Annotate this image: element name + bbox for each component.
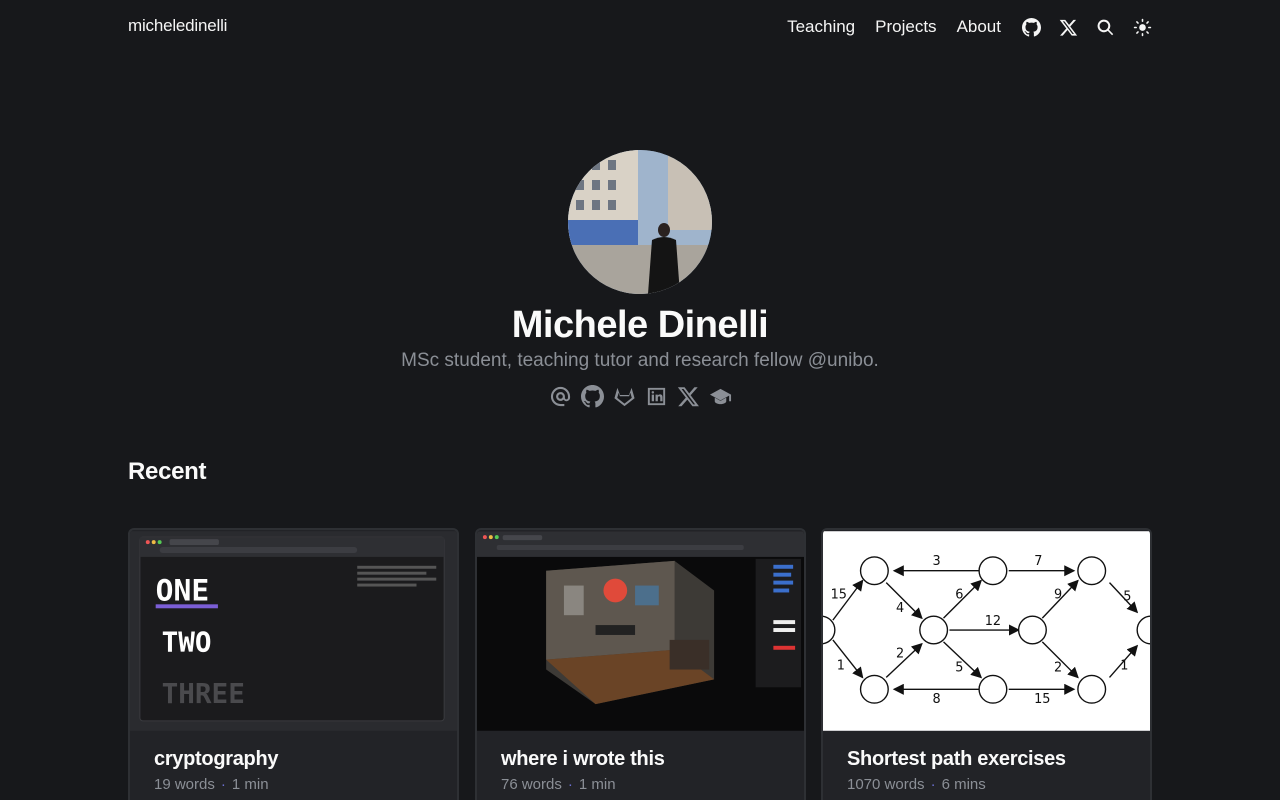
x-icon[interactable] (676, 384, 700, 408)
graph-diagram: 15 3 7 4 6 12 9 5 1 2 5 2 1 8 15 (823, 531, 1150, 731)
separator-dot: · (567, 776, 573, 793)
post-meta: 1070 words · 6 mins (847, 776, 986, 793)
edge-label: 6 (955, 587, 963, 602)
post-title[interactable]: cryptography (154, 748, 279, 771)
edge-label: 5 (955, 661, 963, 676)
gitlab-icon[interactable] (612, 384, 636, 408)
email-icon[interactable] (548, 384, 572, 408)
thumb-word-two: TWO (162, 626, 212, 659)
search-icon[interactable] (1095, 17, 1115, 37)
post-word-count: 1070 words (847, 776, 925, 793)
edge-label: 9 (1054, 587, 1062, 602)
edge-label: 5 (1123, 589, 1131, 604)
nav-teaching[interactable]: Teaching (787, 14, 855, 40)
edge-label: 3 (933, 554, 941, 569)
profile-hero: Michele Dinelli MSc student, teaching tu… (0, 150, 1280, 408)
edge-label: 2 (1054, 661, 1062, 676)
scholar-icon[interactable] (708, 384, 732, 408)
edge-label: 4 (896, 601, 904, 616)
profile-name: Michele Dinelli (511, 304, 769, 346)
edge-label: 7 (1034, 554, 1042, 569)
edge-label: 1 (837, 659, 845, 674)
post-card-where-i-wrote-this[interactable]: where i wrote this 76 words · 1 min (475, 528, 806, 800)
theme-toggle-icon[interactable] (1132, 17, 1152, 37)
edge-label: 1 (1120, 659, 1128, 674)
post-read-time: 1 min (578, 776, 616, 793)
social-links (0, 384, 1280, 408)
avatar (568, 150, 712, 294)
post-read-time: 6 mins (941, 776, 986, 793)
thumb-word-three: THREE (162, 677, 245, 710)
post-meta: 76 words · 1 min (501, 776, 616, 793)
github-icon[interactable] (580, 384, 604, 408)
post-card-shortest-path-exercises[interactable]: 15 3 7 4 6 12 9 5 1 2 5 2 1 8 15 Shortes… (821, 528, 1152, 800)
post-word-count: 19 words (154, 776, 215, 793)
recent-heading: Recent (128, 458, 207, 485)
edge-label: 8 (933, 692, 941, 707)
post-card-cryptography[interactable]: ONE TWO THREE cryptography 19 words · 1 mi… (128, 528, 459, 800)
separator-dot: · (220, 776, 226, 793)
post-read-time: 1 min (231, 776, 269, 793)
recent-posts: ONE TWO THREE cryptography 19 words · 1 mi… (128, 528, 1152, 800)
post-title[interactable]: where i wrote this (501, 748, 665, 771)
edge-label: 15 (1034, 692, 1050, 707)
edge-label: 2 (896, 647, 904, 662)
nav-about[interactable]: About (957, 14, 1001, 40)
profile-tagline: MSc student, teaching tutor and research… (401, 350, 879, 371)
post-thumbnail (477, 530, 804, 732)
edge-label: 15 (831, 587, 847, 602)
top-bar: micheledinelli Teaching Projects About (0, 0, 1280, 54)
x-icon[interactable] (1058, 17, 1078, 37)
nav-projects[interactable]: Projects (875, 14, 936, 40)
post-word-count: 76 words (501, 776, 562, 793)
linkedin-icon[interactable] (644, 384, 668, 408)
github-icon[interactable] (1021, 17, 1041, 37)
edge-label: 12 (985, 614, 1001, 629)
site-brand-link[interactable]: micheledinelli (128, 16, 227, 36)
thumb-word-one: ONE (156, 572, 210, 607)
post-thumbnail: 15 3 7 4 6 12 9 5 1 2 5 2 1 8 15 (823, 530, 1150, 732)
separator-dot: · (930, 776, 936, 793)
post-title[interactable]: Shortest path exercises (847, 748, 1066, 771)
post-thumbnail: ONE TWO THREE (130, 530, 457, 732)
main-nav: Teaching Projects About (787, 14, 1152, 40)
post-meta: 19 words · 1 min (154, 776, 269, 793)
